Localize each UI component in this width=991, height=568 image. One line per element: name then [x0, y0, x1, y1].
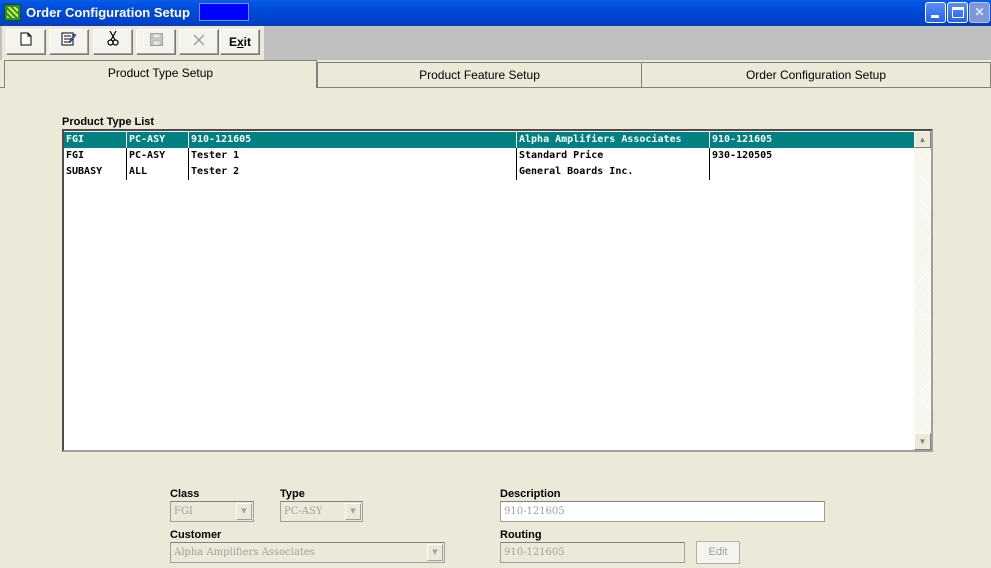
table-row[interactable]: FGI PC-ASY Tester 1 Standard Price 930-1…: [64, 148, 916, 164]
cell-description: Tester 1: [189, 148, 517, 164]
arrow-down-icon: ▼: [918, 437, 927, 446]
class-select[interactable]: FGI ▼: [170, 501, 254, 522]
title-indicator-box: [199, 3, 249, 21]
product-type-list[interactable]: FGI PC-ASY 910-121605 Alpha Amplifiers A…: [62, 129, 933, 452]
minimize-icon: [931, 15, 939, 18]
table-row[interactable]: FGI PC-ASY 910-121605 Alpha Amplifiers A…: [64, 132, 916, 148]
cell-type: ALL: [127, 164, 189, 180]
cell-routing: 930-120505: [712, 150, 773, 161]
class-value: FGI: [174, 506, 193, 517]
edit-record-button[interactable]: [49, 29, 89, 55]
cell-type: PC-ASY: [127, 148, 189, 164]
toolbar-area: Exit: [0, 26, 991, 60]
cell-class: FGI: [64, 148, 127, 164]
routing-field[interactable]: 910-121605: [500, 542, 685, 563]
tab-product-feature-setup[interactable]: Product Feature Setup: [317, 62, 642, 88]
type-select[interactable]: PC-ASY ▼: [280, 501, 363, 522]
tab-order-configuration-setup[interactable]: Order Configuration Setup: [641, 62, 991, 88]
cell-description: Tester 2: [189, 164, 517, 180]
cell-class: FGI: [64, 132, 127, 148]
chevron-down-icon: ▼: [345, 503, 361, 520]
chevron-down-icon: ▼: [427, 544, 443, 561]
cut-button[interactable]: [93, 29, 133, 55]
cell-routing: [710, 164, 916, 180]
cell-customer: General Boards Inc.: [517, 164, 710, 180]
scroll-down-button[interactable]: ▼: [914, 433, 931, 450]
description-label: Description: [500, 488, 561, 500]
close-icon: ✕: [974, 5, 985, 19]
cell-type: PC-ASY: [127, 132, 189, 148]
vertical-scrollbar[interactable]: ▲ ▼: [914, 131, 931, 450]
window-title: Order Configuration Setup: [26, 5, 190, 20]
description-field[interactable]: 910-121605: [500, 501, 825, 522]
maximize-icon: [952, 7, 964, 18]
tab-product-type-setup[interactable]: Product Type Setup: [4, 60, 317, 88]
scissors-icon: [107, 30, 119, 49]
product-type-list-label: Product Type List: [62, 116, 155, 128]
cell-customer: Standard Price: [517, 148, 710, 164]
minimize-button[interactable]: [925, 2, 946, 23]
toolbar: Exit: [2, 26, 264, 60]
customer-value: Alpha Amplifiers Associates: [174, 547, 315, 558]
new-button[interactable]: [6, 29, 46, 55]
customer-label: Customer: [170, 529, 222, 541]
exit-button[interactable]: Exit: [220, 29, 260, 55]
save-icon: [149, 33, 163, 49]
tab-strip: Product Type Setup Product Feature Setup…: [0, 60, 991, 88]
routing-label: Routing: [500, 529, 542, 541]
close-button[interactable]: ✕: [969, 2, 990, 23]
type-label: Type: [280, 488, 305, 500]
arrow-up-icon: ▲: [918, 135, 927, 144]
type-value: PC-ASY: [284, 506, 323, 517]
cell-description: 910-121605: [189, 132, 517, 148]
app-icon: [4, 4, 21, 21]
delete-button[interactable]: [179, 29, 219, 55]
cell-routing: 910-121605: [712, 134, 773, 145]
new-document-icon: [20, 32, 32, 49]
table-row[interactable]: SUBASY ALL Tester 2 General Boards Inc.: [64, 164, 916, 180]
edit-icon: [61, 32, 77, 49]
save-button[interactable]: [136, 29, 176, 55]
chevron-down-icon: ▼: [236, 503, 252, 520]
class-label: Class: [170, 488, 200, 500]
delete-x-icon: [193, 34, 205, 49]
cell-class: SUBASY: [64, 164, 127, 180]
cell-customer: Alpha Amplifiers Associates: [517, 132, 710, 148]
title-bar: Order Configuration Setup ✕: [0, 0, 991, 26]
customer-select[interactable]: Alpha Amplifiers Associates ▼: [170, 542, 445, 563]
maximize-button[interactable]: [947, 2, 968, 23]
scroll-up-button[interactable]: ▲: [914, 131, 931, 148]
edit-button[interactable]: Edit: [696, 541, 740, 564]
